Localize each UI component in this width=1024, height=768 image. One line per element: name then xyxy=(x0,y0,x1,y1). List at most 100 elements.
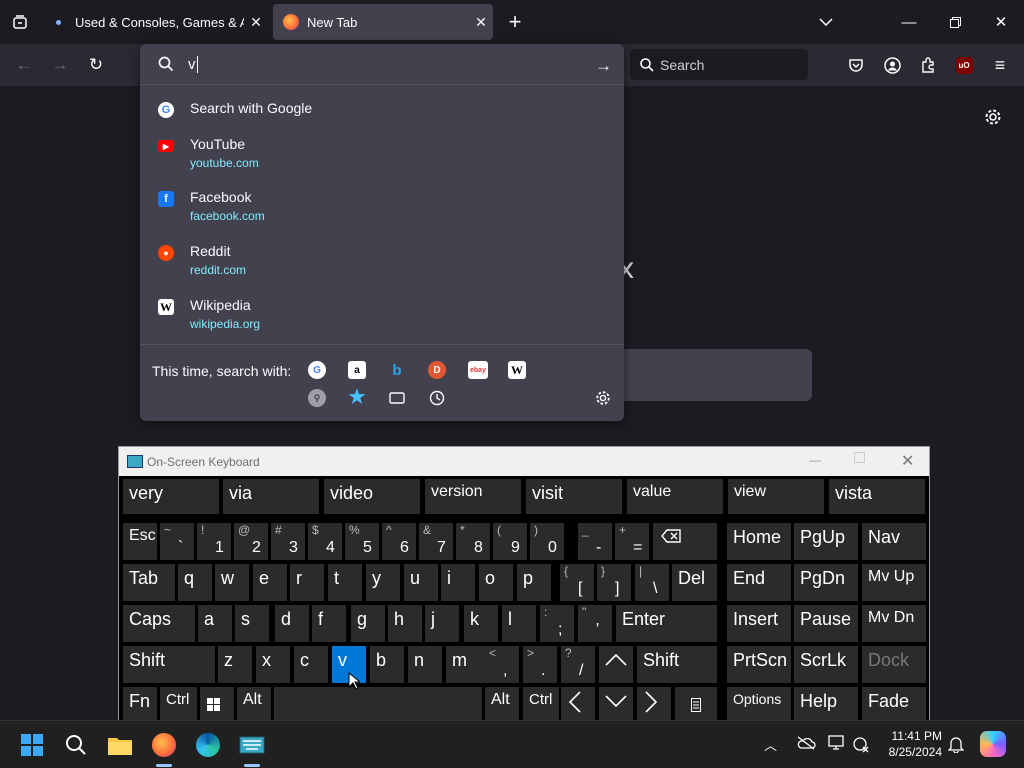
duckduckgo-engine-icon[interactable]: D xyxy=(428,361,446,379)
key-8[interactable]: * 8 xyxy=(456,523,490,560)
bookmarks-star-icon[interactable]: ★ xyxy=(348,387,366,408)
key-space[interactable] xyxy=(274,687,482,724)
key-right-bracket[interactable]: }] xyxy=(597,564,631,601)
key-fade[interactable]: Fade xyxy=(862,687,926,724)
suggestion-key[interactable]: via xyxy=(223,479,319,514)
search-settings-gear-icon[interactable] xyxy=(594,389,612,407)
customize-gear-icon[interactable] xyxy=(982,106,1004,128)
extensions-icon[interactable] xyxy=(914,52,942,78)
bing-engine-icon[interactable]: b xyxy=(388,361,406,379)
key-scrlk[interactable]: ScrLk xyxy=(794,646,858,683)
suggestion-key[interactable]: very xyxy=(123,479,219,514)
wikipedia-engine-icon[interactable]: W xyxy=(508,361,526,379)
list-all-tabs-icon[interactable] xyxy=(803,0,849,44)
osk-title-bar[interactable]: On-Screen Keyboard — ✕ xyxy=(119,447,929,476)
key-s[interactable]: s xyxy=(235,605,269,642)
key-h[interactable]: h xyxy=(388,605,422,642)
key-period[interactable]: >. xyxy=(523,646,557,683)
go-arrow-icon[interactable]: → xyxy=(595,56,612,76)
close-tab-icon[interactable]: ✕ xyxy=(469,14,493,31)
result-row-youtube[interactable]: ▶ YouTube youtube.com xyxy=(140,136,624,176)
onedrive-offline-icon[interactable] xyxy=(796,735,816,756)
key-l[interactable]: l xyxy=(502,605,536,642)
key-semicolon[interactable]: :; xyxy=(540,605,574,642)
key-dock[interactable]: Dock xyxy=(862,646,926,683)
key-7[interactable]: & 7 xyxy=(419,523,453,560)
start-button[interactable] xyxy=(16,729,48,761)
key-p[interactable]: p xyxy=(517,564,551,601)
key-alt-left[interactable]: Alt xyxy=(237,687,271,724)
key-u[interactable]: u xyxy=(404,564,438,601)
key-f[interactable]: f xyxy=(312,605,346,642)
ebay-engine-icon[interactable]: ebay xyxy=(468,361,488,379)
key-home[interactable]: Home xyxy=(727,523,791,560)
key-1[interactable]: ! 1 xyxy=(197,523,231,560)
tab-used-consoles[interactable]: Used & Consoles, Games & Accessories ✕ xyxy=(44,4,268,40)
close-window-button[interactable]: ✕ xyxy=(978,0,1024,44)
key-windows[interactable] xyxy=(200,687,234,724)
key-nav[interactable]: Nav xyxy=(862,523,926,560)
result-row-wikipedia[interactable]: W Wikipedia wikipedia.org xyxy=(140,297,624,337)
result-row-facebook[interactable]: f Facebook facebook.com xyxy=(140,189,624,229)
key-end[interactable]: End xyxy=(727,564,791,601)
minimize-button[interactable]: — xyxy=(886,0,932,44)
notification-bell-icon[interactable] xyxy=(947,735,965,758)
key-o[interactable]: o xyxy=(479,564,513,601)
key-g[interactable]: g xyxy=(351,605,385,642)
key-alt-right[interactable]: Alt xyxy=(485,687,519,724)
network-no-internet-icon[interactable] xyxy=(852,735,870,758)
osk-minimize-button[interactable]: — xyxy=(809,453,821,467)
new-tab-button[interactable]: + xyxy=(502,8,528,36)
key-2[interactable]: @2 xyxy=(234,523,268,560)
key-t[interactable]: t xyxy=(328,564,362,601)
key-shift-right[interactable]: Shift xyxy=(637,646,717,683)
key-arrow-left[interactable] xyxy=(561,687,595,724)
suggestion-key[interactable]: view xyxy=(728,479,824,514)
key-c[interactable]: c xyxy=(294,646,328,683)
show-hidden-icons-chevron-icon[interactable]: ︿ xyxy=(764,735,777,754)
tab-new-tab[interactable]: New Tab ✕ xyxy=(273,4,493,40)
key-mv-dn[interactable]: Mv Dn xyxy=(862,605,926,642)
key-comma[interactable]: <, xyxy=(485,646,519,683)
forward-button[interactable]: → xyxy=(46,52,74,78)
osk-maximize-button[interactable] xyxy=(854,452,865,463)
amazon-engine-icon[interactable]: a xyxy=(348,361,366,379)
close-tab-icon[interactable]: ✕ xyxy=(244,14,268,31)
key-6[interactable]: ^ 6 xyxy=(382,523,416,560)
urlbar-input[interactable]: v → xyxy=(140,44,624,85)
google-engine-icon[interactable]: G xyxy=(308,361,326,379)
suggestion-key[interactable]: video xyxy=(324,479,420,514)
key-i[interactable]: i xyxy=(441,564,475,601)
key-arrow-down[interactable] xyxy=(599,687,633,724)
key-pgdn[interactable]: PgDn xyxy=(794,564,858,601)
key-3[interactable]: #3 xyxy=(271,523,305,560)
key-caps[interactable]: Caps xyxy=(123,605,195,642)
copilot-icon[interactable] xyxy=(980,731,1006,757)
key-9[interactable]: (9 xyxy=(493,523,527,560)
suggestion-key[interactable]: visit xyxy=(526,479,622,514)
key-5[interactable]: % 5 xyxy=(345,523,379,560)
key-mv-up[interactable]: Mv Up xyxy=(862,564,926,601)
key-w[interactable]: w xyxy=(215,564,249,601)
key-prtscn[interactable]: PrtScn xyxy=(727,646,791,683)
key-enter[interactable]: Enter xyxy=(616,605,717,642)
key-j[interactable]: j xyxy=(425,605,459,642)
osk-close-button[interactable]: ✕ xyxy=(901,451,914,471)
key-tab[interactable]: Tab xyxy=(123,564,175,601)
key-pgup[interactable]: PgUp xyxy=(794,523,858,560)
result-row-reddit[interactable]: ● Reddit reddit.com xyxy=(140,243,624,283)
search-engine-icon[interactable]: ⚲ xyxy=(308,389,326,407)
key-options[interactable]: Options xyxy=(727,687,791,724)
key-backtick[interactable]: ~ ` xyxy=(160,523,194,560)
reload-button[interactable]: ↻ xyxy=(82,52,110,78)
firefox-taskbar-icon[interactable] xyxy=(148,729,180,761)
key-quote[interactable]: " ' xyxy=(578,605,612,642)
key-equals[interactable]: + = xyxy=(615,523,649,560)
display-icon[interactable] xyxy=(828,735,846,756)
account-icon[interactable] xyxy=(878,52,906,78)
key-ctrl-right[interactable]: Ctrl xyxy=(523,687,559,724)
key-help[interactable]: Help xyxy=(794,687,858,724)
clock[interactable]: 11:41 PM 8/25/2024 xyxy=(880,728,942,760)
key-del[interactable]: Del xyxy=(672,564,717,601)
back-button[interactable]: ← xyxy=(10,52,38,78)
